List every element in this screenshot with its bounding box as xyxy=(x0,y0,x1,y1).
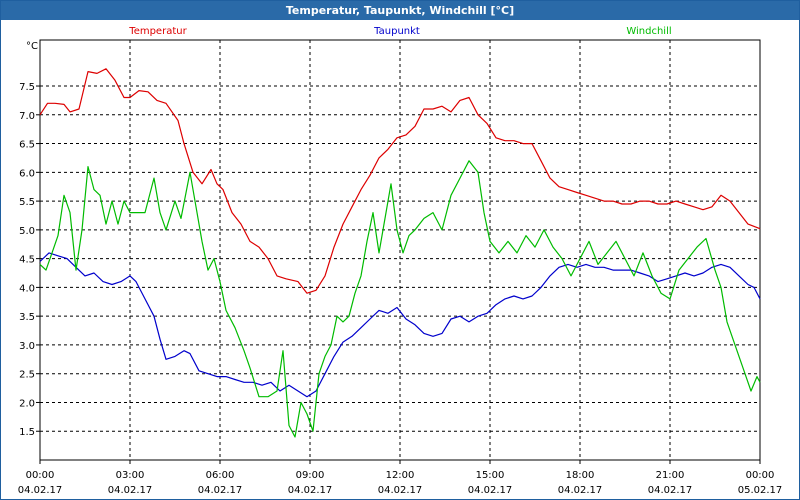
x-tick-time-label: 12:00 xyxy=(386,470,415,481)
x-tick-date-label: 04.02.17 xyxy=(648,485,693,496)
y-tick-label: 6.5 xyxy=(19,140,35,151)
grid-lines xyxy=(40,40,760,460)
legend-entry-temperatur: Temperatur xyxy=(128,26,187,37)
y-axis-unit: °C xyxy=(26,41,38,52)
x-tick-time-label: 06:00 xyxy=(206,470,235,481)
x-tick-time-label: 03:00 xyxy=(116,470,145,481)
x-tick-date-label: 04.02.17 xyxy=(288,485,333,496)
y-tick-label: 4.5 xyxy=(19,255,35,266)
y-tick-label: 1.5 xyxy=(19,427,35,438)
x-tick-time-label: 21:00 xyxy=(656,470,685,481)
y-tick-label: 3.5 xyxy=(19,312,35,323)
x-axis-ticks: 00:00 04.02.17 03:00 04.02.17 06:00 04.02.17 0… xyxy=(18,460,783,496)
y-axis-ticks: 1.5 2.0 2.5 3.0 3.5 4.0 4.5 5.0 5.5 6.0 6.5 7.0 7.5 xyxy=(19,82,40,438)
x-tick-time-label: 00:00 xyxy=(746,470,775,481)
legend: Temperatur Taupunkt Windchill xyxy=(128,26,671,37)
x-tick-time-label: 15:00 xyxy=(476,470,505,481)
x-tick-date-label: 04.02.17 xyxy=(468,485,513,496)
y-tick-label: 4.0 xyxy=(19,283,35,294)
y-tick-label: 5.5 xyxy=(19,197,35,208)
x-tick-date-label: 04.02.17 xyxy=(108,485,153,496)
x-tick-time-label: 00:00 xyxy=(26,470,55,481)
x-tick-date-label: 04.02.17 xyxy=(378,485,423,496)
x-tick-time-label: 09:00 xyxy=(296,470,325,481)
y-tick-label: 5.0 xyxy=(19,226,35,237)
legend-entry-windchill: Windchill xyxy=(626,26,671,37)
y-tick-label: 7.0 xyxy=(19,111,35,122)
y-tick-label: 2.0 xyxy=(19,398,35,409)
x-tick-date-label: 04.02.17 xyxy=(198,485,243,496)
y-tick-label: 7.5 xyxy=(19,82,35,93)
legend-entry-taupunkt: Taupunkt xyxy=(373,26,420,37)
y-tick-label: 2.5 xyxy=(19,370,35,381)
x-tick-date-label: 05.02.17 xyxy=(738,485,783,496)
y-tick-label: 3.0 xyxy=(19,341,35,352)
x-tick-time-label: 18:00 xyxy=(566,470,595,481)
x-tick-date-label: 04.02.17 xyxy=(558,485,603,496)
x-tick-date-label: 04.02.17 xyxy=(18,485,63,496)
line-chart: 1.52.02.53.03.54.04.55.05.56.06.57.07.5 … xyxy=(18,26,783,496)
y-tick-label: 6.0 xyxy=(19,168,35,179)
